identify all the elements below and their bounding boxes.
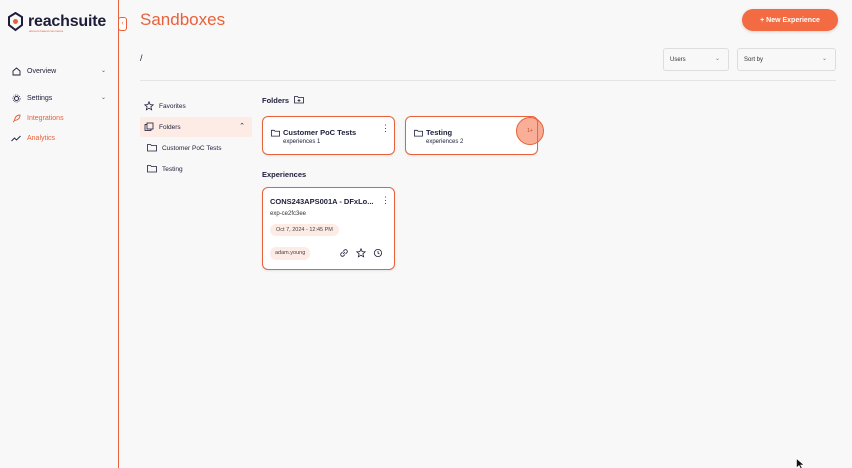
folder-icon	[414, 129, 423, 137]
logo-icon	[8, 12, 23, 32]
users-select-value: Users	[670, 56, 686, 63]
folder-card-customer-poc-tests[interactable]: Customer PoC Tests experiences 1 ⋮	[262, 116, 395, 155]
divider	[140, 80, 836, 81]
folder-tree: Favorites Folders ⌃ Customer PoC Tests T…	[140, 96, 252, 180]
folder-count: experiences 2	[426, 139, 464, 145]
experiences-heading: Experiences	[262, 170, 307, 179]
sidebar-item-label: Settings	[27, 94, 53, 102]
experience-user-badge: adam.young	[270, 247, 311, 260]
tree-item-label: Folders	[159, 123, 181, 131]
folder-name: Customer PoC Tests	[283, 128, 357, 137]
tree-item-folders[interactable]: Folders ⌃	[140, 117, 252, 137]
collapse-sidebar-button[interactable]: ‹	[118, 17, 127, 31]
tree-item-testing[interactable]: Testing	[140, 159, 252, 179]
sidebar-nav: Overview ⌄ Settings ⌄ Integrations Analy…	[0, 62, 118, 149]
new-experience-button[interactable]: + New Experience	[742, 9, 838, 31]
sidebar-item-settings[interactable]: Settings ⌄	[0, 89, 118, 107]
experience-date-badge: Oct 7, 2024 - 12:45 PM	[270, 224, 339, 236]
sort-select[interactable]: Sort by ⌄	[737, 48, 836, 71]
sort-select-value: Sort by	[744, 56, 764, 63]
folder-icon	[147, 143, 157, 153]
sidebar-item-analytics[interactable]: Analytics	[0, 129, 118, 147]
chevron-down-icon: ⌄	[100, 68, 106, 74]
logo-tagline: account based commerce	[29, 29, 64, 33]
trend-icon	[11, 133, 21, 143]
drop-target-indicator: 1+	[516, 117, 544, 145]
folder-count: experiences 1	[283, 139, 321, 145]
link-icon[interactable]	[339, 248, 349, 258]
folder-icon	[147, 164, 157, 174]
folders-icon	[144, 122, 154, 132]
tree-item-favorites[interactable]: Favorites	[140, 96, 252, 116]
experience-card[interactable]: CONS243APS001A - DFxLo... ⋮ exp-ce2fc3ee…	[262, 187, 395, 270]
sidebar-item-integrations[interactable]: Integrations	[0, 109, 118, 127]
gear-icon	[11, 93, 21, 103]
mouse-cursor-icon	[796, 458, 805, 468]
chevron-down-icon: ⌄	[821, 56, 827, 62]
rocket-icon	[11, 113, 21, 123]
history-icon[interactable]	[373, 248, 383, 258]
chevron-up-icon[interactable]: ⌃	[239, 122, 245, 130]
sidebar-item-label: Analytics	[27, 134, 56, 142]
tree-item-customer-poc-tests[interactable]: Customer PoC Tests	[140, 138, 252, 158]
folder-icon	[271, 129, 280, 137]
sidebar-item-overview[interactable]: Overview ⌄	[0, 62, 118, 80]
experience-id: exp-ce2fc3ee	[270, 211, 307, 217]
folder-name: Testing	[426, 128, 453, 137]
more-options-icon[interactable]: ⋮	[381, 196, 390, 205]
more-options-icon[interactable]: ⋮	[381, 124, 390, 133]
sidebar: reachsuite account based commerce Overvi…	[0, 0, 119, 468]
chevron-down-icon: ⌄	[714, 56, 720, 62]
add-folder-icon[interactable]	[294, 95, 304, 104]
chevron-down-icon: ⌄	[100, 95, 106, 101]
page-title: Sandboxes	[140, 10, 226, 29]
star-icon	[144, 101, 154, 111]
home-icon	[11, 66, 21, 76]
folders-heading: Folders	[262, 96, 290, 105]
users-select[interactable]: Users ⌄	[663, 48, 729, 71]
experience-name: CONS243APS001A - DFxLo...	[270, 197, 374, 206]
sidebar-item-label: Integrations	[27, 114, 64, 122]
breadcrumb: /	[140, 53, 143, 63]
tree-item-label: Favorites	[159, 102, 186, 110]
sidebar-item-label: Overview	[27, 67, 57, 75]
star-icon[interactable]	[356, 248, 366, 258]
tree-item-label: Testing	[162, 165, 183, 173]
tree-item-label: Customer PoC Tests	[162, 144, 222, 152]
